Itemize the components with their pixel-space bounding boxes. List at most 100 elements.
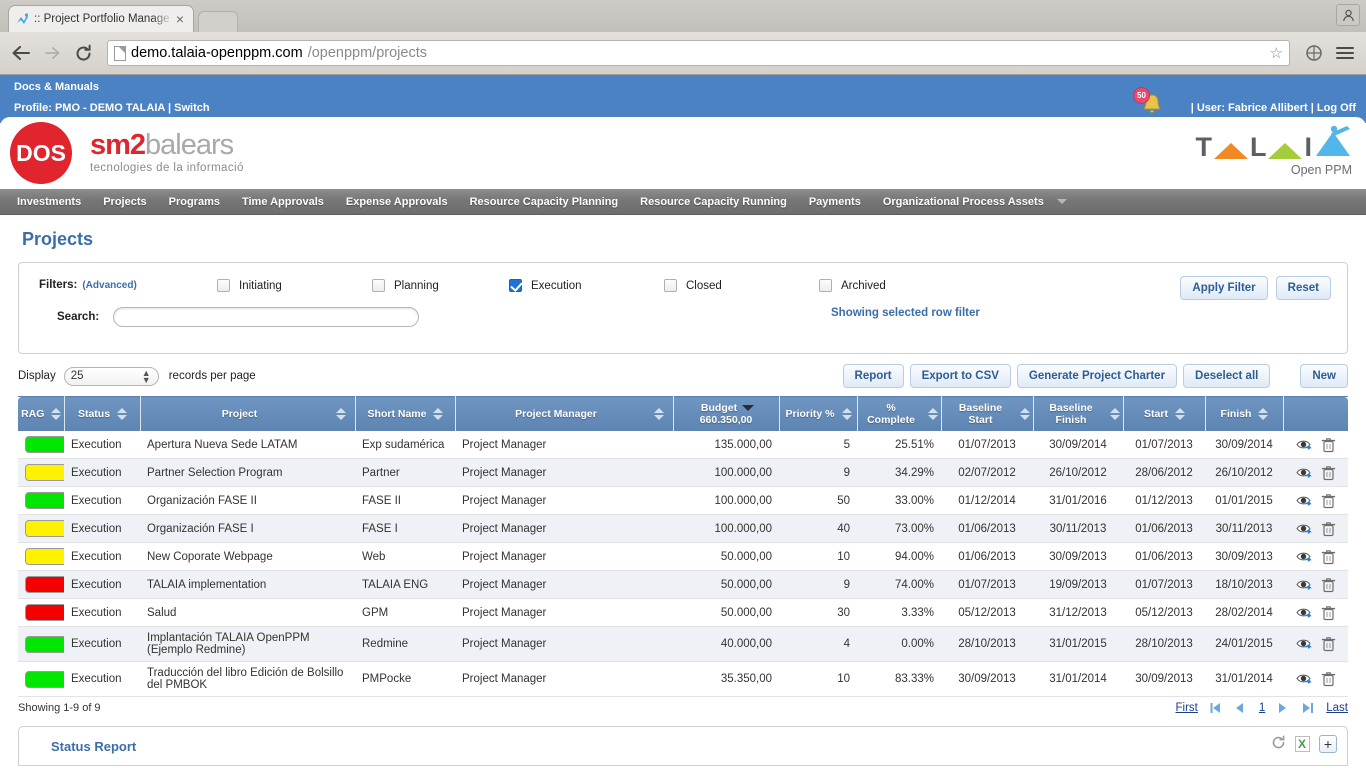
table-row[interactable]: ExecutionOrganización FASE IFASE IProjec… xyxy=(18,515,1348,543)
checkbox-planning[interactable] xyxy=(372,279,385,292)
pagination-prev-icon[interactable] xyxy=(1234,702,1248,714)
browser-tab[interactable]: :: Project Portfolio Manage × xyxy=(8,5,194,32)
delete-icon[interactable] xyxy=(1321,521,1336,537)
col-status[interactable]: Status xyxy=(64,397,140,432)
nav-item-programs[interactable]: Programs xyxy=(158,189,231,215)
sort-icon[interactable] xyxy=(433,408,442,420)
refresh-icon[interactable] xyxy=(1271,735,1286,753)
sort-icon[interactable] xyxy=(1258,408,1267,420)
table-row[interactable]: ExecutionApertura Nueva Sede LATAMExp su… xyxy=(18,431,1348,459)
table-row[interactable]: ExecutionImplantación TALAIA OpenPPM (Ej… xyxy=(18,627,1348,662)
delete-icon[interactable] xyxy=(1321,671,1336,687)
cell-project[interactable]: Traducción del libro Edición de Bolsillo… xyxy=(140,662,355,697)
sort-desc-icon[interactable] xyxy=(742,405,751,411)
nav-item-payments[interactable]: Payments xyxy=(798,189,872,215)
col-finish[interactable]: Finish xyxy=(1205,397,1283,432)
nav-item-resource-capacity-running[interactable]: Resource Capacity Running xyxy=(629,189,798,215)
view-icon[interactable] xyxy=(1296,637,1313,651)
new-button[interactable]: New xyxy=(1300,364,1348,388)
col-priority[interactable]: Priority % xyxy=(779,397,857,432)
generate-project-charter-button[interactable]: Generate Project Charter xyxy=(1017,364,1177,388)
cell-project[interactable]: Organización FASE II xyxy=(140,487,355,515)
table-row[interactable]: ExecutionTALAIA implementationTALAIA ENG… xyxy=(18,571,1348,599)
bookmark-star-icon[interactable]: ☆ xyxy=(1270,44,1283,62)
delete-icon[interactable] xyxy=(1321,437,1336,453)
cell-project[interactable]: Implantación TALAIA OpenPPM (Ejemplo Red… xyxy=(140,627,355,662)
advanced-filters-link[interactable]: (Advanced) xyxy=(82,280,136,291)
view-icon[interactable] xyxy=(1296,522,1313,536)
view-icon[interactable] xyxy=(1296,606,1313,620)
nav-item-investments[interactable]: Investments xyxy=(6,189,92,215)
table-row[interactable]: ExecutionNew Coporate WebpageWebProject … xyxy=(18,543,1348,571)
sort-icon[interactable] xyxy=(1020,408,1029,420)
view-icon[interactable] xyxy=(1296,578,1313,592)
nav-item-projects[interactable]: Projects xyxy=(92,189,157,215)
pagination-next-page-icon[interactable] xyxy=(1301,702,1315,714)
sort-icon[interactable] xyxy=(654,408,663,420)
search-input[interactable] xyxy=(113,307,419,327)
pagination-next-icon[interactable] xyxy=(1276,702,1290,714)
cell-project[interactable]: Organización FASE I xyxy=(140,515,355,543)
deselect-all-button[interactable]: Deselect all xyxy=(1183,364,1270,388)
col-start[interactable]: Start xyxy=(1123,397,1205,432)
checkbox-initiating[interactable] xyxy=(217,279,230,292)
notification-bell[interactable]: 50 xyxy=(1133,89,1161,115)
table-row[interactable]: ExecutionTraducción del libro Edición de… xyxy=(18,662,1348,697)
filter-execution[interactable]: Execution xyxy=(509,279,582,292)
table-row[interactable]: ExecutionOrganización FASE IIFASE IIProj… xyxy=(18,487,1348,515)
col-complete[interactable]: % Complete xyxy=(857,397,941,432)
window-user-button[interactable] xyxy=(1336,4,1360,26)
docs-and-manuals-link[interactable]: Docs & Manuals xyxy=(14,81,99,93)
export-csv-button[interactable]: Export to CSV xyxy=(910,364,1011,388)
pagination-prev-page-icon[interactable] xyxy=(1209,702,1223,714)
view-icon[interactable] xyxy=(1296,438,1313,452)
view-icon[interactable] xyxy=(1296,550,1313,564)
nav-item-time-approvals[interactable]: Time Approvals xyxy=(231,189,335,215)
delete-icon[interactable] xyxy=(1321,636,1336,652)
view-icon[interactable] xyxy=(1296,466,1313,480)
col-baseline-finish[interactable]: Baseline Finish xyxy=(1033,397,1123,432)
col-rag[interactable]: RAG xyxy=(18,397,64,432)
back-icon[interactable] xyxy=(10,42,32,64)
checkbox-archived[interactable] xyxy=(819,279,832,292)
new-tab-button[interactable] xyxy=(198,11,238,32)
filter-archived[interactable]: Archived xyxy=(819,279,886,292)
chevron-down-icon[interactable] xyxy=(1057,199,1067,204)
cell-project[interactable]: Apertura Nueva Sede LATAM xyxy=(140,431,355,459)
extension-icon[interactable] xyxy=(1303,42,1325,64)
cell-project[interactable]: TALAIA implementation xyxy=(140,571,355,599)
sort-icon[interactable] xyxy=(1175,408,1184,420)
report-button[interactable]: Report xyxy=(843,364,904,388)
col-project-manager[interactable]: Project Manager xyxy=(455,397,673,432)
delete-icon[interactable] xyxy=(1321,493,1336,509)
sort-icon[interactable] xyxy=(928,408,937,420)
col-baseline-start[interactable]: Baseline Start xyxy=(941,397,1033,432)
col-short-name[interactable]: Short Name xyxy=(355,397,455,432)
sort-icon[interactable] xyxy=(117,408,126,420)
nav-item-organizational-process-assets[interactable]: Organizational Process Assets xyxy=(872,189,1055,215)
delete-icon[interactable] xyxy=(1321,605,1336,621)
sort-icon[interactable] xyxy=(51,408,60,420)
filter-planning[interactable]: Planning xyxy=(372,279,439,292)
pagination-last[interactable]: Last xyxy=(1326,702,1348,714)
sort-icon[interactable] xyxy=(1110,408,1119,420)
expand-plus-button[interactable]: + xyxy=(1319,735,1337,753)
filter-initiating[interactable]: Initiating xyxy=(217,279,282,292)
delete-icon[interactable] xyxy=(1321,577,1336,593)
nav-item-expense-approvals[interactable]: Expense Approvals xyxy=(335,189,459,215)
col-budget[interactable]: Budget 660.350,00 xyxy=(673,397,779,432)
cell-project[interactable]: New Coporate Webpage xyxy=(140,543,355,571)
pagination-first[interactable]: First xyxy=(1175,702,1197,714)
profile-switch-label[interactable]: Profile: PMO - DEMO TALAIA | Switch xyxy=(14,102,210,114)
filter-closed[interactable]: Closed xyxy=(664,279,722,292)
view-icon[interactable] xyxy=(1296,672,1313,686)
cell-project[interactable]: Salud xyxy=(140,599,355,627)
tab-close-icon[interactable]: × xyxy=(173,12,187,26)
address-bar[interactable]: demo.talaia-openppm.com/openppm/projects… xyxy=(107,40,1290,66)
pagination-current-page[interactable]: 1 xyxy=(1259,702,1265,714)
records-per-page-select[interactable]: 25 ▲▼ xyxy=(64,367,159,386)
cell-project[interactable]: Partner Selection Program xyxy=(140,459,355,487)
reload-icon[interactable] xyxy=(72,42,94,64)
sort-icon[interactable] xyxy=(336,408,345,420)
checkbox-execution[interactable] xyxy=(509,279,522,292)
